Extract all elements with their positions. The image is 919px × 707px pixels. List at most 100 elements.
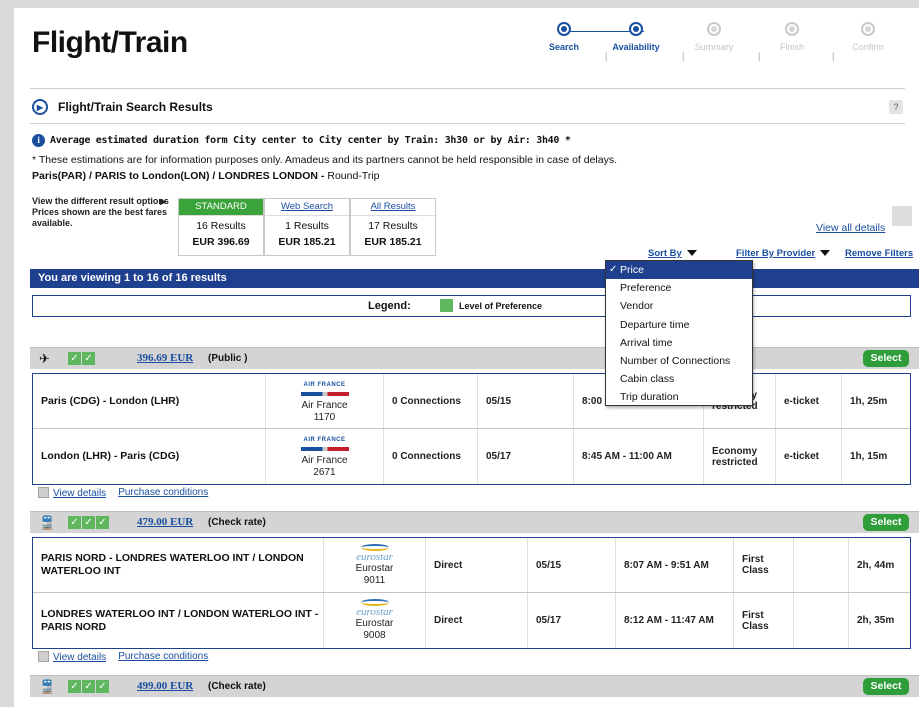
option-all-results[interactable]: All Results 17 Results EUR 185.21 [350,198,436,256]
select-button[interactable]: Select [863,514,909,531]
sort-option-cabin-class[interactable]: Cabin class [606,370,752,388]
air-france-logo-bar [300,391,349,396]
check-icon: ✓ [68,680,81,693]
expand-icon[interactable] [892,206,912,226]
date: 05/15 [527,538,615,592]
train-icon: 🚆 [39,515,56,530]
duration: 2h, 44m [848,538,912,592]
check-icon: ✓ [82,680,95,693]
filter-by-provider-menu[interactable]: Filter By Provider [736,248,831,259]
purchase-conditions-link[interactable]: Purchase conditions [118,487,208,499]
sort-option-vendor[interactable]: Vendor [606,297,752,315]
sort-option-trip-duration[interactable]: Trip duration [606,388,752,406]
result-group-header: 🚆 ✓ ✓ ✓ 479.00 EUR (Check rate) Select [30,511,919,533]
purchase-conditions-link[interactable]: Purchase conditions [118,651,208,663]
table-row[interactable]: Paris (CDG) - London (LHR) AIR FRANCE Ai… [33,374,910,429]
air-france-logo: AIR FRANCE [303,437,346,443]
price-link[interactable]: 396.69 EUR [137,352,193,364]
check-icon: ✓ [82,516,95,529]
filter-label: Filter By Provider [736,248,816,259]
section-header: ▶ Flight/Train Search Results [32,99,213,115]
legend-item: Level of Preference [459,301,543,311]
option-standard[interactable]: STANDARD 16 Results EUR 396.69 [178,198,264,256]
step-dot-icon [629,22,643,36]
remove-filters-link[interactable]: Remove Filters [845,248,913,259]
view-details-link[interactable]: View details [38,651,106,663]
step-separator: | [832,51,835,61]
result-rows: PARIS NORD - LONDRES WATERLOO INT / LOND… [32,537,911,649]
carrier-number: 9011 [363,574,386,586]
step-dot-icon [707,22,721,36]
group-links: View details Purchase conditions [38,487,208,499]
sort-by-label: Sort By [648,248,682,259]
carrier-name: Air France [301,399,348,411]
option-price: EUR 185.21 [278,236,336,248]
option-count: 16 Results [196,220,246,232]
preference-checks: ✓ ✓ ✓ [68,680,109,693]
option-web-search[interactable]: Web Search 1 Results EUR 185.21 [264,198,350,256]
check-icon: ✓ [68,352,81,365]
route-main: Paris(PAR) / PARIS to London(LON) / LOND… [32,170,325,182]
step-separator: | [758,51,761,61]
arrow-right-icon: ▶ [160,197,167,206]
fare-type: (Check rate) [208,517,266,528]
carrier-number: 2671 [313,467,336,478]
ticket-type [793,593,848,648]
carrier-cell: eurostar Eurostar 9008 [323,593,425,648]
route-summary: Paris(PAR) / PARIS to London(LON) / LOND… [32,170,380,182]
expand-box-icon [38,651,49,662]
sort-by-menu[interactable]: Sort By [648,248,697,259]
legend: Legend: Level of Preference [32,295,911,317]
check-icon: ✓ [82,352,95,365]
result-group-header: ✈ ✓ ✓ 396.69 EUR (Public ) Select [30,347,919,369]
sort-option-departure-time[interactable]: Departure time [606,316,752,334]
carrier-number: 9008 [363,630,386,641]
carrier-name: Eurostar [355,618,394,629]
sort-option-price[interactable]: Price [606,261,752,280]
price-link[interactable]: 499.00 EUR [137,680,193,692]
connections: 0 Connections [383,429,477,484]
select-button[interactable]: Select [863,350,909,367]
caret-down-icon [686,250,697,257]
cabin-class: First Class [733,593,793,648]
step-label: Confirm [852,42,884,52]
air-france-logo-bar [300,447,349,451]
step-confirm: Confirm [823,22,913,52]
table-row[interactable]: LONDRES WATERLOO INT / LONDON WATERLOO I… [33,593,910,648]
section-arrow-icon: ▶ [32,99,48,115]
price-link[interactable]: 479.00 EUR [137,516,193,528]
eurostar-logo-mark [360,543,389,551]
select-button[interactable]: Select [863,678,909,695]
option-link[interactable]: All Results [371,201,416,212]
result-group-header: 🚆 ✓ ✓ ✓ 499.00 EUR (Check rate) Select [30,675,919,697]
legend-label: Legend: [368,300,411,312]
result-options: STANDARD 16 Results EUR 396.69 Web Searc… [178,198,436,256]
sort-option-arrival-time[interactable]: Arrival time [606,334,752,352]
date: 05/15 [477,374,573,428]
trip-type: Round-Trip [324,170,380,182]
date: 05/17 [527,593,615,648]
option-link[interactable]: Web Search [281,201,333,212]
step-availability[interactable]: Availability [591,22,681,52]
help-icon[interactable]: ? [889,100,903,114]
disclaimer-note: * These estimations are for information … [32,154,618,166]
check-icon: ✓ [96,680,109,693]
divider [30,88,905,89]
table-row[interactable]: PARIS NORD - LONDRES WATERLOO INT / LOND… [33,538,910,593]
table-row[interactable]: London (LHR) - Paris (CDG) AIR FRANCE Ai… [33,429,910,484]
duration: 2h, 35m [848,593,912,648]
preference-checks: ✓ ✓ [68,352,95,365]
sort-option-connections[interactable]: Number of Connections [606,352,752,370]
step-separator: | [682,51,685,61]
segment-route: Paris (CDG) - London (LHR) [41,394,180,407]
view-details-link[interactable]: View details [38,487,106,499]
sort-option-preference[interactable]: Preference [606,279,752,297]
plane-icon: ✈ [39,351,50,366]
step-summary: Summary [669,22,759,52]
option-name: STANDARD [179,199,263,216]
page: Flight/Train Search | Availability | Sum… [14,8,919,707]
connections: 0 Connections [383,374,477,428]
eurostar-logo: eurostar [356,606,393,618]
view-all-details-link[interactable]: View all details [816,222,885,234]
step-dot-icon [861,22,875,36]
